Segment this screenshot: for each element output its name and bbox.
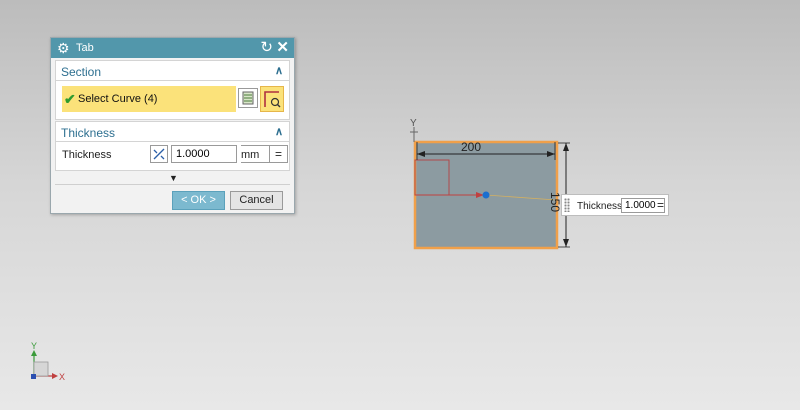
- measure-icon[interactable]: [150, 145, 168, 163]
- unit-dropdown[interactable]: mm: [241, 145, 270, 163]
- checkmark-icon: ✔: [64, 91, 76, 107]
- drag-handle[interactable]: [564, 198, 570, 212]
- select-curve-label: Select Curve (4): [78, 93, 158, 105]
- dialog-title-bar[interactable]: ⚙ Tab ↻ ✕: [51, 38, 294, 58]
- popup-thickness-label: Thickness: [577, 201, 623, 212]
- height-dim-arrow-top: [563, 143, 569, 151]
- close-icon[interactable]: ✕: [276, 39, 289, 56]
- section-divider: [56, 80, 289, 81]
- select-curve-row[interactable]: ✔ Select Curve (4): [62, 86, 236, 112]
- triad-y-label: Y: [31, 341, 37, 351]
- thickness-label: Thickness: [62, 149, 112, 161]
- dialog-title: Tab: [76, 42, 94, 54]
- ok-button[interactable]: < OK >: [172, 191, 225, 210]
- thickness-header-label: Thickness: [61, 126, 116, 140]
- popup-equals-button[interactable]: =: [653, 198, 668, 213]
- triad-plane: [33, 361, 49, 377]
- sketch-section-icon[interactable]: [260, 86, 284, 112]
- triad-x-label: X: [59, 372, 65, 382]
- triad-origin: [31, 374, 36, 379]
- section-header-label: Section: [61, 65, 102, 79]
- thickness-input[interactable]: [171, 145, 237, 163]
- section-header[interactable]: Section ∧: [56, 61, 289, 80]
- gear-icon[interactable]: ⚙: [57, 40, 70, 56]
- height-dim-arrow-bottom: [563, 239, 569, 247]
- width-dimension-text: 200: [461, 140, 481, 154]
- curve-rule-icon[interactable]: [238, 88, 258, 108]
- tab-dialog: ⚙ Tab ↻ ✕ Section ∧ ✔ Select Curve (4) T…: [50, 37, 295, 214]
- height-dimension-text: 150: [548, 192, 562, 212]
- sketch-section-glyph: [264, 91, 281, 108]
- measure-glyph: [153, 148, 165, 160]
- triad-x-arrow: [52, 373, 58, 379]
- y-axis-label: Y: [410, 118, 417, 129]
- cancel-button[interactable]: Cancel: [230, 191, 283, 210]
- reset-icon[interactable]: ↻: [260, 39, 273, 56]
- section-group: Section ∧ ✔ Select Curve (4): [55, 60, 290, 120]
- thickness-header[interactable]: Thickness ∧: [56, 122, 289, 141]
- dialog-divider: [55, 184, 290, 185]
- origin-point: [482, 191, 490, 199]
- collapse-section-icon[interactable]: ∧: [275, 64, 283, 77]
- thickness-group: Thickness ∧ Thickness mm =: [55, 121, 290, 171]
- equals-button[interactable]: =: [270, 145, 288, 163]
- thickness-onscreen-input[interactable]: Thickness =: [561, 194, 669, 216]
- curve-rule-glyph: [242, 91, 254, 105]
- collapse-thickness-icon[interactable]: ∧: [275, 125, 283, 138]
- more-options-arrow-icon[interactable]: ▼: [169, 173, 178, 183]
- thickness-divider: [56, 141, 289, 142]
